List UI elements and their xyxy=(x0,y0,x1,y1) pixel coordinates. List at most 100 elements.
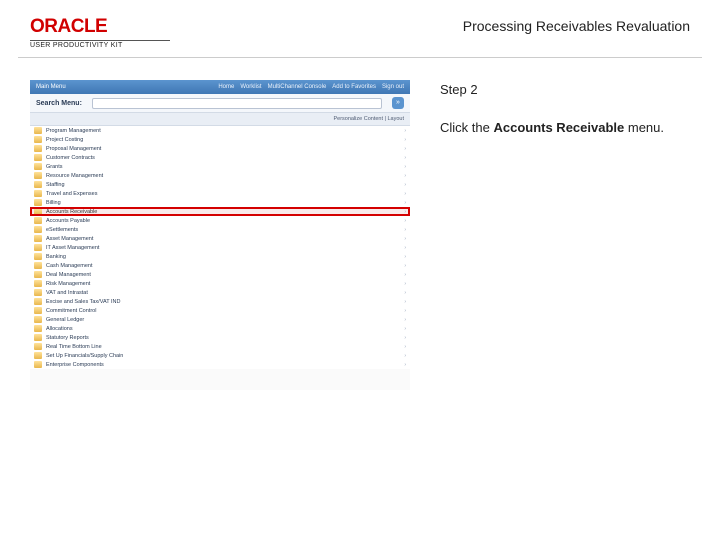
search-input[interactable] xyxy=(92,98,382,109)
menu-item[interactable]: Resource Management› xyxy=(30,171,410,180)
chevron-right-icon: › xyxy=(404,290,406,296)
menu-item[interactable]: General Ledger› xyxy=(30,315,410,324)
menu-item[interactable]: Proposal Management › xyxy=(30,144,410,153)
chevron-right-icon: › xyxy=(404,254,406,260)
menu-item[interactable]: Deal Management › xyxy=(30,270,410,279)
menu-item[interactable]: Staffing › xyxy=(30,180,410,189)
folder-icon xyxy=(34,172,42,179)
menu-list: Program Management›Project Costing›Propo… xyxy=(30,126,410,369)
folder-icon xyxy=(34,307,42,314)
instructions-pane: Step 2 Click the Accounts Receivable men… xyxy=(440,80,690,390)
folder-icon xyxy=(34,136,42,143)
chevron-right-icon: › xyxy=(404,128,406,134)
chevron-right-icon: › xyxy=(404,164,406,170)
chevron-right-icon: › xyxy=(404,263,406,269)
app-topbar-left[interactable]: Main Menu xyxy=(36,84,66,90)
menu-item[interactable]: Project Costing › xyxy=(30,135,410,144)
menu-item-label: Real Time Bottom Line xyxy=(46,344,102,350)
folder-icon xyxy=(34,334,42,341)
link-worklist[interactable]: Worklist xyxy=(240,84,261,90)
menu-item[interactable]: Allocations› xyxy=(30,324,410,333)
menu-item[interactable]: Risk Management › xyxy=(30,279,410,288)
content-band: Personalize Content | Layout xyxy=(30,113,410,126)
chevron-right-icon: › xyxy=(404,146,406,152)
menu-item-label: Proposal Management xyxy=(46,146,101,152)
menu-item-label: Grants xyxy=(46,164,63,170)
folder-icon xyxy=(34,262,42,269)
menu-item[interactable]: Statutory Reports› xyxy=(30,333,410,342)
chevron-right-icon: › xyxy=(404,308,406,314)
menu-item-label: Staffing xyxy=(46,182,65,188)
chevron-right-icon: › xyxy=(404,353,406,359)
menu-item-label: Customer Contracts xyxy=(46,155,95,161)
menu-item-label: Allocations xyxy=(46,326,73,332)
menu-item[interactable]: Cash Management› xyxy=(30,261,410,270)
menu-item-label: VAT and Intrastat xyxy=(46,290,88,296)
chevron-right-icon: › xyxy=(404,272,406,278)
menu-item-label: Accounts Payable xyxy=(46,218,90,224)
menu-item[interactable]: eSettlements› xyxy=(30,225,410,234)
menu-item[interactable]: Commitment Control› xyxy=(30,306,410,315)
menu-item[interactable]: Excise and Sales Tax/VAT IND› xyxy=(30,297,410,306)
instruction-suffix: menu. xyxy=(624,120,664,135)
app-screenshot: Main Menu Home Worklist MultiChannel Con… xyxy=(30,80,410,390)
menu-item[interactable]: Travel and Expenses› xyxy=(30,189,410,198)
link-mcc[interactable]: MultiChannel Console xyxy=(268,84,327,90)
folder-icon xyxy=(34,343,42,350)
menu-item[interactable]: Accounts Receivable › xyxy=(30,207,410,216)
menu-item-label: Project Costing xyxy=(46,137,83,143)
menu-item-label: Excise and Sales Tax/VAT IND xyxy=(46,299,121,305)
chevron-right-icon: › xyxy=(404,362,406,368)
chevron-right-icon: › xyxy=(404,182,406,188)
search-label: Search Menu: xyxy=(36,100,82,107)
menu-item-label: eSettlements xyxy=(46,227,78,233)
menu-item-label: Enterprise Components xyxy=(46,362,104,368)
menu-item[interactable]: Real Time Bottom Line› xyxy=(30,342,410,351)
menu-item[interactable]: VAT and Intrastat › xyxy=(30,288,410,297)
menu-item-label: Deal Management xyxy=(46,272,91,278)
chevron-right-icon: › xyxy=(404,236,406,242)
instruction-bold: Accounts Receivable xyxy=(493,120,624,135)
chevron-right-icon: › xyxy=(404,209,406,215)
menu-item-label: Asset Management xyxy=(46,236,93,242)
menu-item[interactable]: Accounts Payable › xyxy=(30,216,410,225)
chevron-right-icon: › xyxy=(404,191,406,197)
menu-item[interactable]: Program Management› xyxy=(30,126,410,135)
chevron-right-icon: › xyxy=(404,281,406,287)
chevron-right-icon: › xyxy=(404,245,406,251)
folder-icon xyxy=(34,208,42,215)
app-search-row: Search Menu: » xyxy=(30,94,410,113)
link-fav[interactable]: Add to Favorites xyxy=(332,84,376,90)
folder-icon xyxy=(34,217,42,224)
link-home[interactable]: Home xyxy=(218,84,234,90)
folder-icon xyxy=(34,316,42,323)
menu-item[interactable]: Billing› xyxy=(30,198,410,207)
link-signout[interactable]: Sign out xyxy=(382,84,404,90)
menu-item[interactable]: Customer Contracts› xyxy=(30,153,410,162)
search-go-button[interactable]: » xyxy=(392,97,404,109)
menu-item-label: General Ledger xyxy=(46,317,84,323)
menu-item[interactable]: IT Asset Management› xyxy=(30,243,410,252)
menu-item[interactable]: Set Up Financials/Supply Chain › xyxy=(30,351,410,360)
menu-item-label: Accounts Receivable xyxy=(46,209,97,215)
brand-subtitle: USER PRODUCTIVITY KIT xyxy=(30,40,170,49)
app-topbar: Main Menu Home Worklist MultiChannel Con… xyxy=(30,80,410,94)
menu-item[interactable]: Banking› xyxy=(30,252,410,261)
chevron-right-icon: › xyxy=(404,218,406,224)
folder-icon xyxy=(34,181,42,188)
divider xyxy=(18,57,702,58)
folder-icon xyxy=(34,271,42,278)
menu-item[interactable]: Grants › xyxy=(30,162,410,171)
menu-item-label: Set Up Financials/Supply Chain xyxy=(46,353,123,359)
folder-icon xyxy=(34,352,42,359)
menu-item[interactable]: Enterprise Components › xyxy=(30,360,410,369)
folder-icon xyxy=(34,253,42,260)
personalize-link[interactable]: Personalize Content | Layout xyxy=(333,116,404,122)
folder-icon xyxy=(34,244,42,251)
folder-icon xyxy=(34,154,42,161)
chevron-right-icon: › xyxy=(404,137,406,143)
menu-item-label: Risk Management xyxy=(46,281,90,287)
menu-item[interactable]: Asset Management › xyxy=(30,234,410,243)
page-title: Processing Receivables Revaluation xyxy=(463,16,690,34)
menu-item-label: Billing xyxy=(46,200,61,206)
